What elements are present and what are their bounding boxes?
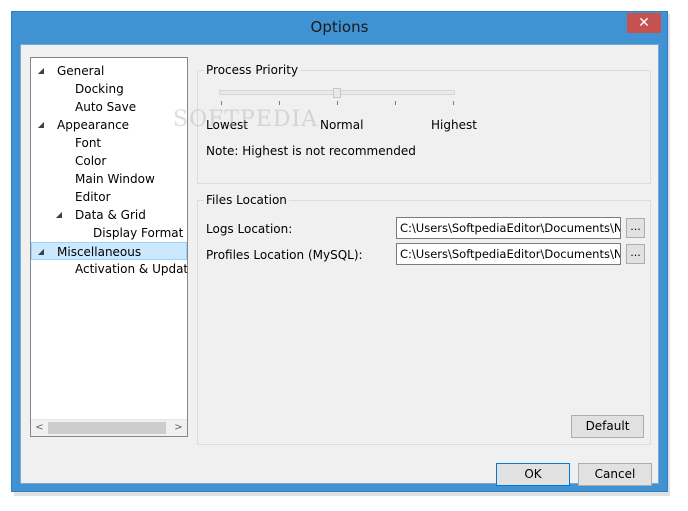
tree-item-general[interactable]: ◢ General: [31, 62, 187, 80]
files-location-title: Files Location: [204, 193, 289, 207]
logs-browse-button[interactable]: ...: [626, 218, 645, 238]
tree-item-label: Editor: [75, 190, 111, 204]
close-icon: ✕: [638, 15, 650, 31]
title-bar[interactable]: Options ✕: [12, 12, 667, 44]
tree-item-label: Display Format: [93, 226, 184, 240]
default-button[interactable]: Default: [571, 415, 644, 438]
scrollbar-thumb[interactable]: [48, 422, 166, 434]
tree-item-display-format[interactable]: Display Format: [31, 224, 187, 242]
options-tree[interactable]: ◢ General Docking Auto Save ◢ Appearance…: [30, 57, 188, 437]
close-button[interactable]: ✕: [627, 13, 661, 33]
profiles-location-input[interactable]: C:\Users\SoftpediaEditor\Documents\Navic…: [396, 243, 621, 265]
slider-tick: [279, 101, 280, 105]
scroll-left-icon[interactable]: <: [31, 420, 48, 436]
tree-item-label: Main Window: [75, 172, 155, 186]
tree-item-label: Font: [75, 136, 102, 150]
options-window: Options ✕ ◢ General Docking Auto Save ◢ …: [11, 11, 668, 492]
process-priority-title: Process Priority: [204, 63, 301, 77]
expand-arrow-icon[interactable]: ◢: [35, 116, 47, 134]
logs-location-input[interactable]: C:\Users\SoftpediaEditor\Documents\Navic…: [396, 217, 621, 239]
slider-tick: [453, 101, 454, 105]
tree-item-miscellaneous[interactable]: ◢ Miscellaneous: [31, 242, 187, 260]
priority-normal-label: Normal: [320, 118, 364, 132]
slider-tick: [337, 101, 338, 105]
profiles-browse-button[interactable]: ...: [626, 244, 645, 264]
tree-item-label: Appearance: [57, 118, 130, 132]
expand-arrow-icon[interactable]: ◢: [35, 62, 47, 80]
tree-item-label: Miscellaneous: [57, 245, 142, 259]
tree-item-label: Data & Grid: [75, 208, 146, 222]
logs-location-label: Logs Location:: [206, 222, 293, 236]
tree-item-main-window[interactable]: Main Window: [31, 170, 187, 188]
softpedia-watermark: SOFTPEDIA: [173, 107, 319, 132]
tree-item-font[interactable]: Font: [31, 134, 187, 152]
priority-highest-label: Highest: [431, 118, 477, 132]
expand-arrow-icon[interactable]: ◢: [53, 206, 65, 224]
tree-item-color[interactable]: Color: [31, 152, 187, 170]
cancel-button[interactable]: Cancel: [578, 463, 652, 486]
tree-item-auto-save[interactable]: Auto Save: [31, 98, 187, 116]
tree-horizontal-scrollbar[interactable]: < >: [31, 419, 187, 436]
priority-note: Note: Highest is not recommended: [206, 144, 416, 158]
tree-item-activation-updater[interactable]: Activation & Updater: [31, 260, 187, 278]
tree-item-label: Activation & Updater: [75, 262, 188, 276]
slider-tick: [395, 101, 396, 105]
priority-slider-thumb[interactable]: [333, 88, 341, 98]
tree-item-label: Color: [75, 154, 107, 168]
tree-item-editor[interactable]: Editor: [31, 188, 187, 206]
tree-item-label: General: [57, 64, 105, 78]
tree-item-label: Auto Save: [75, 100, 137, 114]
ok-button[interactable]: OK: [496, 463, 570, 486]
window-title: Options: [310, 18, 369, 36]
tree-item-data-grid[interactable]: ◢ Data & Grid: [31, 206, 187, 224]
dialog-client-area: ◢ General Docking Auto Save ◢ Appearance…: [20, 44, 659, 486]
scroll-right-icon[interactable]: >: [170, 420, 187, 436]
expand-arrow-icon[interactable]: ◢: [35, 243, 47, 261]
tree-item-appearance[interactable]: ◢ Appearance: [31, 116, 187, 134]
tree-item-docking[interactable]: Docking: [31, 80, 187, 98]
slider-tick: [221, 101, 222, 105]
tree-item-label: Docking: [75, 82, 124, 96]
profiles-location-label: Profiles Location (MySQL):: [206, 248, 363, 262]
